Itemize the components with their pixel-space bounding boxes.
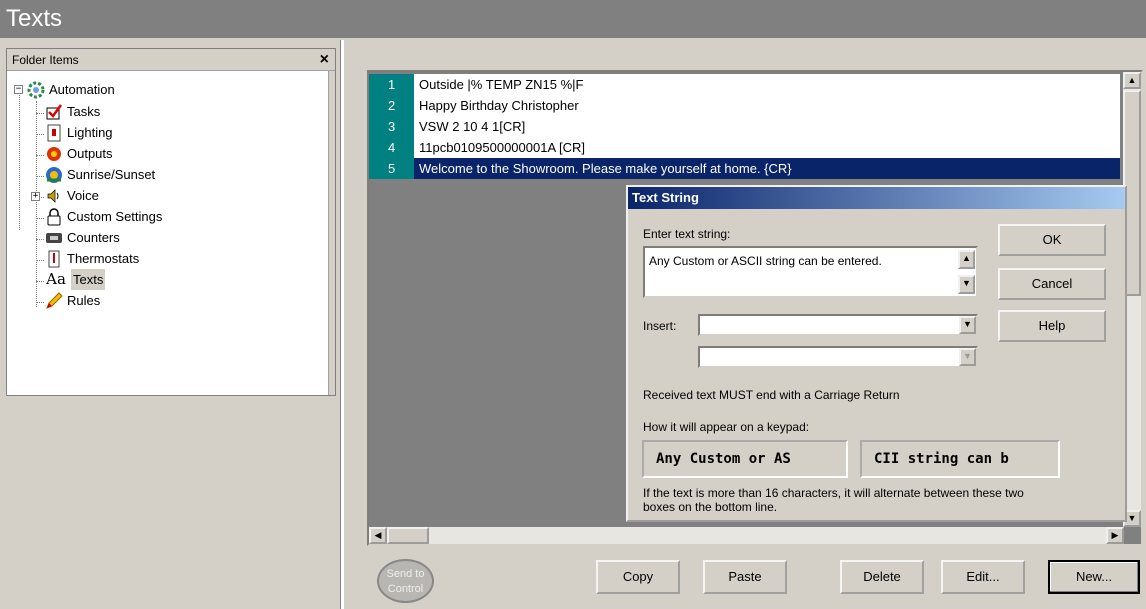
tree-item-label: Voice xyxy=(67,188,99,203)
pencil-icon xyxy=(45,291,63,310)
tree-line xyxy=(36,260,44,261)
tree-item-thermostats[interactable]: Thermostats xyxy=(45,248,139,269)
chevron-down-icon: ▼ xyxy=(959,348,976,366)
tree-line xyxy=(36,302,44,303)
window-title: Texts xyxy=(0,0,1146,38)
tree-item-label: Custom Settings xyxy=(67,209,163,224)
close-icon[interactable]: × xyxy=(320,49,329,71)
tree-line xyxy=(36,176,44,177)
help-button[interactable]: Help xyxy=(998,310,1106,342)
edit-button[interactable]: Edit... xyxy=(941,560,1025,594)
folder-pane-header: Folder Items × xyxy=(7,49,335,71)
text-string-value: Any Custom or ASCII string can be entere… xyxy=(649,254,882,268)
output-icon xyxy=(45,145,63,163)
folder-pane: Folder Items × − Automation Tasks Lighti… xyxy=(6,48,336,396)
scroll-thumb[interactable] xyxy=(387,527,429,544)
folder-pane-title: Folder Items xyxy=(12,53,79,67)
tree-line xyxy=(36,113,44,114)
speaker-icon xyxy=(45,187,63,205)
tree-item-label: Counters xyxy=(67,230,120,245)
insert-select[interactable]: ▼ xyxy=(698,314,978,336)
keypad-preview-box-1: Any Custom or AS xyxy=(642,440,848,478)
row-number: 3 xyxy=(369,116,414,137)
gear-icon xyxy=(27,81,45,99)
tree-line xyxy=(36,281,44,282)
row-number: 4 xyxy=(369,137,414,158)
tree-item-label: Automation xyxy=(49,82,115,97)
paste-button[interactable]: Paste xyxy=(703,560,787,594)
chevron-down-icon[interactable]: ▼ xyxy=(959,316,976,334)
list-item[interactable]: 4 11pcb0109500000001A [CR] xyxy=(369,137,1120,158)
send-to-control-button[interactable]: Send to Control xyxy=(377,559,434,603)
row-number: 5 xyxy=(369,158,414,179)
scroll-up-icon[interactable]: ▲ xyxy=(958,250,975,269)
text-string-input[interactable]: Any Custom or ASCII string can be entere… xyxy=(643,246,978,298)
tree-item-automation[interactable]: Automation xyxy=(27,79,115,100)
tree-line xyxy=(36,101,37,307)
text-string-dialog: Text String Enter text string: Any Custo… xyxy=(626,185,1127,522)
ok-button[interactable]: OK xyxy=(998,224,1106,256)
delete-button[interactable]: Delete xyxy=(840,560,924,594)
alternate-footnote: If the text is more than 16 characters, … xyxy=(643,486,1024,514)
copy-button[interactable]: Copy xyxy=(596,560,680,594)
insert-label: Insert: xyxy=(643,319,677,333)
text-icon: Aa xyxy=(46,270,66,288)
row-number: 2 xyxy=(369,95,414,116)
row-text: 11pcb0109500000001A [CR] xyxy=(419,140,586,155)
tree-line xyxy=(36,155,44,156)
collapse-icon[interactable]: − xyxy=(14,85,23,94)
tree-item-label: Tasks xyxy=(67,104,101,119)
tree-line xyxy=(36,218,44,219)
scroll-right-icon[interactable]: ▶ xyxy=(1106,527,1124,544)
scroll-up-icon[interactable]: ▲ xyxy=(1123,72,1141,89)
tree-item-rules[interactable]: Rules xyxy=(45,290,100,311)
tree-item-label: Texts xyxy=(71,269,106,290)
tree-item-texts[interactable]: Aa Texts xyxy=(45,269,106,290)
scroll-down-icon[interactable]: ▼ xyxy=(958,275,975,294)
dialog-title: Text String xyxy=(628,187,1125,209)
tree-line xyxy=(36,239,44,240)
list-item[interactable]: 3 VSW 2 10 4 1[CR] xyxy=(369,116,1120,137)
keypad-preview-label: How it will appear on a keypad: xyxy=(643,420,810,434)
scroll-left-icon[interactable]: ◀ xyxy=(369,527,387,544)
row-text: Happy Birthday Christopher xyxy=(419,98,579,113)
enter-text-label: Enter text string: xyxy=(643,227,731,241)
tree-item-tasks[interactable]: Tasks xyxy=(45,101,100,122)
expand-icon[interactable]: + xyxy=(31,192,40,201)
pane-divider[interactable] xyxy=(340,40,344,609)
horizontal-scrollbar[interactable]: ◀ ▶ xyxy=(369,527,1124,544)
list-item[interactable]: 2 Happy Birthday Christopher xyxy=(369,95,1120,116)
thermostat-icon xyxy=(45,250,63,268)
list-item-selected[interactable]: 5 Welcome to the Showroom. Please make y… xyxy=(369,158,1120,179)
sun-icon xyxy=(45,166,63,184)
tree-line xyxy=(19,95,20,230)
cancel-button[interactable]: Cancel xyxy=(998,268,1106,300)
tree-item-lighting[interactable]: Lighting xyxy=(45,122,113,143)
lock-icon xyxy=(45,207,63,226)
scrollbar[interactable] xyxy=(328,71,335,395)
lightswitch-icon xyxy=(45,124,63,142)
carriage-return-note: Received text MUST end with a Carriage R… xyxy=(643,388,900,402)
row-text: VSW 2 10 4 1[CR] xyxy=(419,119,526,134)
row-number: 1 xyxy=(369,74,414,95)
keypad-preview-box-2: CII string can b xyxy=(860,440,1060,478)
tree-item-label: Sunrise/Sunset xyxy=(67,167,156,182)
row-text: Outside |% TEMP ZN15 %|F xyxy=(419,77,584,92)
tree-item-custom-settings[interactable]: Custom Settings xyxy=(45,206,162,227)
tree-item-label: Lighting xyxy=(67,125,113,140)
tree-item-sunrise-sunset[interactable]: Sunrise/Sunset xyxy=(45,164,155,185)
checkbox-icon xyxy=(45,103,63,121)
tree-item-outputs[interactable]: Outputs xyxy=(45,143,113,164)
tree-item-label: Thermostats xyxy=(67,251,140,266)
tree-item-label: Outputs xyxy=(67,146,113,161)
new-button[interactable]: New... xyxy=(1048,560,1140,594)
list-item[interactable]: 1 Outside |% TEMP ZN15 %|F xyxy=(369,74,1120,95)
tree-item-label: Rules xyxy=(67,293,101,308)
tree-item-voice[interactable]: Voice xyxy=(45,185,99,206)
tree-item-counters[interactable]: Counters xyxy=(45,227,120,248)
counter-icon xyxy=(45,229,63,247)
insert-select-secondary: ▼ xyxy=(698,346,978,368)
row-text: Welcome to the Showroom. Please make you… xyxy=(419,161,792,176)
tree-line xyxy=(36,134,44,135)
